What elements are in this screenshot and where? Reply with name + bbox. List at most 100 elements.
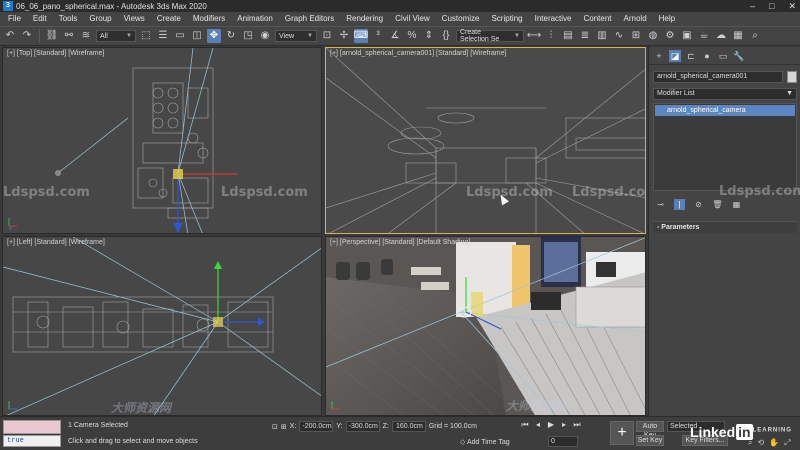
viewport-perspective-label[interactable]: [+] [Perspective] [Standard] [Default Sh… <box>330 239 470 246</box>
keyboard-shortcut-override-icon[interactable]: ⌨ <box>354 29 368 43</box>
bind-space-warp-icon[interactable]: ≋ <box>79 29 93 43</box>
manipulate-icon[interactable]: ✢ <box>337 29 351 43</box>
menu-group[interactable]: Group <box>83 12 117 26</box>
snaps-toggle-icon[interactable]: ³ <box>371 29 385 43</box>
menu-tools[interactable]: Tools <box>53 12 84 26</box>
menu-civil-view[interactable]: Civil View <box>389 12 436 26</box>
rectangular-selection-icon[interactable]: ▭ <box>173 29 187 43</box>
select-object-icon[interactable]: ⬚ <box>139 29 153 43</box>
current-frame-field[interactable]: 0 <box>548 436 578 447</box>
viewport-camera[interactable]: [+] [arnold_spherical_camera001] [Standa… <box>325 47 646 234</box>
configure-modifier-sets-icon[interactable]: ▦ <box>731 199 742 210</box>
workspace-toggle-icon[interactable]: ⌕ <box>748 29 762 43</box>
render-setup-icon[interactable]: ⚙ <box>663 29 677 43</box>
x-coordinate-field[interactable]: -200.0cm <box>299 421 334 432</box>
menu-interactive[interactable]: Interactive <box>529 12 578 26</box>
menu-rendering[interactable]: Rendering <box>340 12 389 26</box>
unlink-icon[interactable]: ⚯ <box>62 29 76 43</box>
app-logo-icon[interactable]: 3 <box>3 1 13 11</box>
select-by-name-icon[interactable]: ☰ <box>156 29 170 43</box>
menu-file[interactable]: File <box>6 12 27 26</box>
menu-modifiers[interactable]: Modifiers <box>187 12 231 26</box>
spinner-snap-icon[interactable]: ⇕ <box>422 29 436 43</box>
auto-key-button[interactable]: Auto Key <box>636 421 664 439</box>
toggle-scene-explorer-icon[interactable]: ▤ <box>561 29 575 43</box>
object-color-swatch[interactable] <box>787 71 797 83</box>
go-to-start-icon[interactable]: ⏮ <box>520 420 530 430</box>
modifier-list-dropdown[interactable]: Modifier List ▼ <box>653 88 797 100</box>
motion-tab-icon[interactable]: ● <box>701 50 713 62</box>
edit-named-selection-icon[interactable]: {} <box>439 29 453 43</box>
zoom-icon[interactable]: ⌕ <box>748 438 752 448</box>
menu-edit[interactable]: Edit <box>27 12 53 26</box>
schematic-view-icon[interactable]: ⊞ <box>629 29 643 43</box>
viewport-left[interactable]: [+] [Left] [Standard] [Wireframe] 大师资源网 <box>2 236 322 416</box>
viewport-perspective[interactable]: [+] [Perspective] [Standard] [Default Sh… <box>325 236 646 416</box>
select-and-scale-icon[interactable]: ◳ <box>241 29 255 43</box>
select-and-place-icon[interactable]: ◉ <box>258 29 272 43</box>
selection-filter-dropdown[interactable]: All ▼ <box>96 30 136 42</box>
pin-stack-icon[interactable]: ⊸ <box>655 199 666 210</box>
viewport-top[interactable]: [+] [Top] [Standard] [Wireframe] x Ldsps… <box>2 47 322 234</box>
y-coordinate-field[interactable]: -300.0cm <box>345 421 380 432</box>
viewport-left-label[interactable]: [+] [Left] [Standard] [Wireframe] <box>7 239 105 246</box>
material-editor-icon[interactable]: ◍ <box>646 29 660 43</box>
minimize-button[interactable]: – <box>750 0 755 12</box>
named-selection-dropdown[interactable]: Create Selection Se ▼ <box>456 29 524 43</box>
modifier-stack-item[interactable]: arnold_spherical_camera <box>655 105 795 116</box>
percent-snap-icon[interactable]: % <box>405 29 419 43</box>
select-and-move-icon[interactable]: ✥ <box>207 29 221 43</box>
link-icon[interactable]: ⛓ <box>45 29 59 43</box>
orbit-icon[interactable]: ⟲ <box>757 438 764 448</box>
remove-modifier-icon[interactable]: 🗑 <box>712 199 723 210</box>
set-key-plus-icon[interactable]: + <box>610 421 634 445</box>
close-button[interactable]: ✕ <box>788 0 796 12</box>
menu-help[interactable]: Help <box>653 12 681 26</box>
render-in-cloud-icon[interactable]: ☁ <box>714 29 728 43</box>
lock-selection-icon[interactable]: ⊡ <box>272 423 278 431</box>
menu-arnold[interactable]: Arnold <box>618 12 653 26</box>
pivot-center-icon[interactable]: ⊡ <box>320 29 334 43</box>
viewport-camera-label[interactable]: [+] [arnold_spherical_camera001] [Standa… <box>330 50 506 57</box>
select-and-rotate-icon[interactable]: ↻ <box>224 29 238 43</box>
render-production-icon[interactable]: ☕ <box>697 29 711 43</box>
undo-icon[interactable]: ↶ <box>3 29 17 43</box>
menu-views[interactable]: Views <box>118 12 151 26</box>
window-crossing-icon[interactable]: ◫ <box>190 29 204 43</box>
arnold-render-icon[interactable]: ▦ <box>731 29 745 43</box>
next-frame-icon[interactable]: ▸ <box>559 420 569 430</box>
reference-coord-dropdown[interactable]: View ▼ <box>275 30 317 42</box>
align-icon[interactable]: ⫶ <box>544 29 558 43</box>
create-tab-icon[interactable]: + <box>653 50 665 62</box>
set-key-button[interactable]: Set Key <box>636 435 664 446</box>
pan-icon[interactable]: ✋ <box>769 438 779 448</box>
go-to-end-icon[interactable]: ⏭ <box>572 420 582 430</box>
maxscript-listener-input[interactable] <box>3 420 61 434</box>
maxscript-listener-output[interactable]: true <box>3 435 61 447</box>
hierarchy-tab-icon[interactable]: ⊏ <box>685 50 697 62</box>
modify-tab-icon[interactable]: ◪ <box>669 49 681 62</box>
transform-mode-icon[interactable]: ⊞ <box>281 423 287 431</box>
make-unique-icon[interactable]: ⊘ <box>693 199 704 210</box>
menu-content[interactable]: Content <box>578 12 618 26</box>
utilities-tab-icon[interactable]: 🔧 <box>733 50 745 62</box>
z-coordinate-field[interactable]: 160.0cm <box>391 421 426 432</box>
menu-create[interactable]: Create <box>151 12 187 26</box>
maximize-viewport-icon[interactable]: ⤢ <box>784 438 790 448</box>
curve-editor-icon[interactable]: ∿ <box>612 29 626 43</box>
display-tab-icon[interactable]: ▭ <box>717 50 729 62</box>
object-name-field[interactable]: arnold_spherical_camera001 <box>653 71 783 83</box>
rendered-frame-window-icon[interactable]: ▣ <box>680 29 694 43</box>
parameters-rollout[interactable]: - Parameters <box>653 221 797 233</box>
angle-snap-icon[interactable]: ∡ <box>388 29 402 43</box>
previous-frame-icon[interactable]: ◂ <box>533 420 543 430</box>
menu-animation[interactable]: Animation <box>231 12 279 26</box>
viewport-top-label[interactable]: [+] [Top] [Standard] [Wireframe] <box>7 50 104 57</box>
mirror-icon[interactable]: ⟷ <box>527 29 541 43</box>
maximize-button[interactable]: □ <box>769 0 774 12</box>
toggle-layer-explorer-icon[interactable]: ≣ <box>578 29 592 43</box>
redo-icon[interactable]: ↷ <box>20 29 34 43</box>
menu-scripting[interactable]: Scripting <box>485 12 528 26</box>
menu-customize[interactable]: Customize <box>436 12 486 26</box>
show-end-result-icon[interactable]: | <box>674 198 685 210</box>
